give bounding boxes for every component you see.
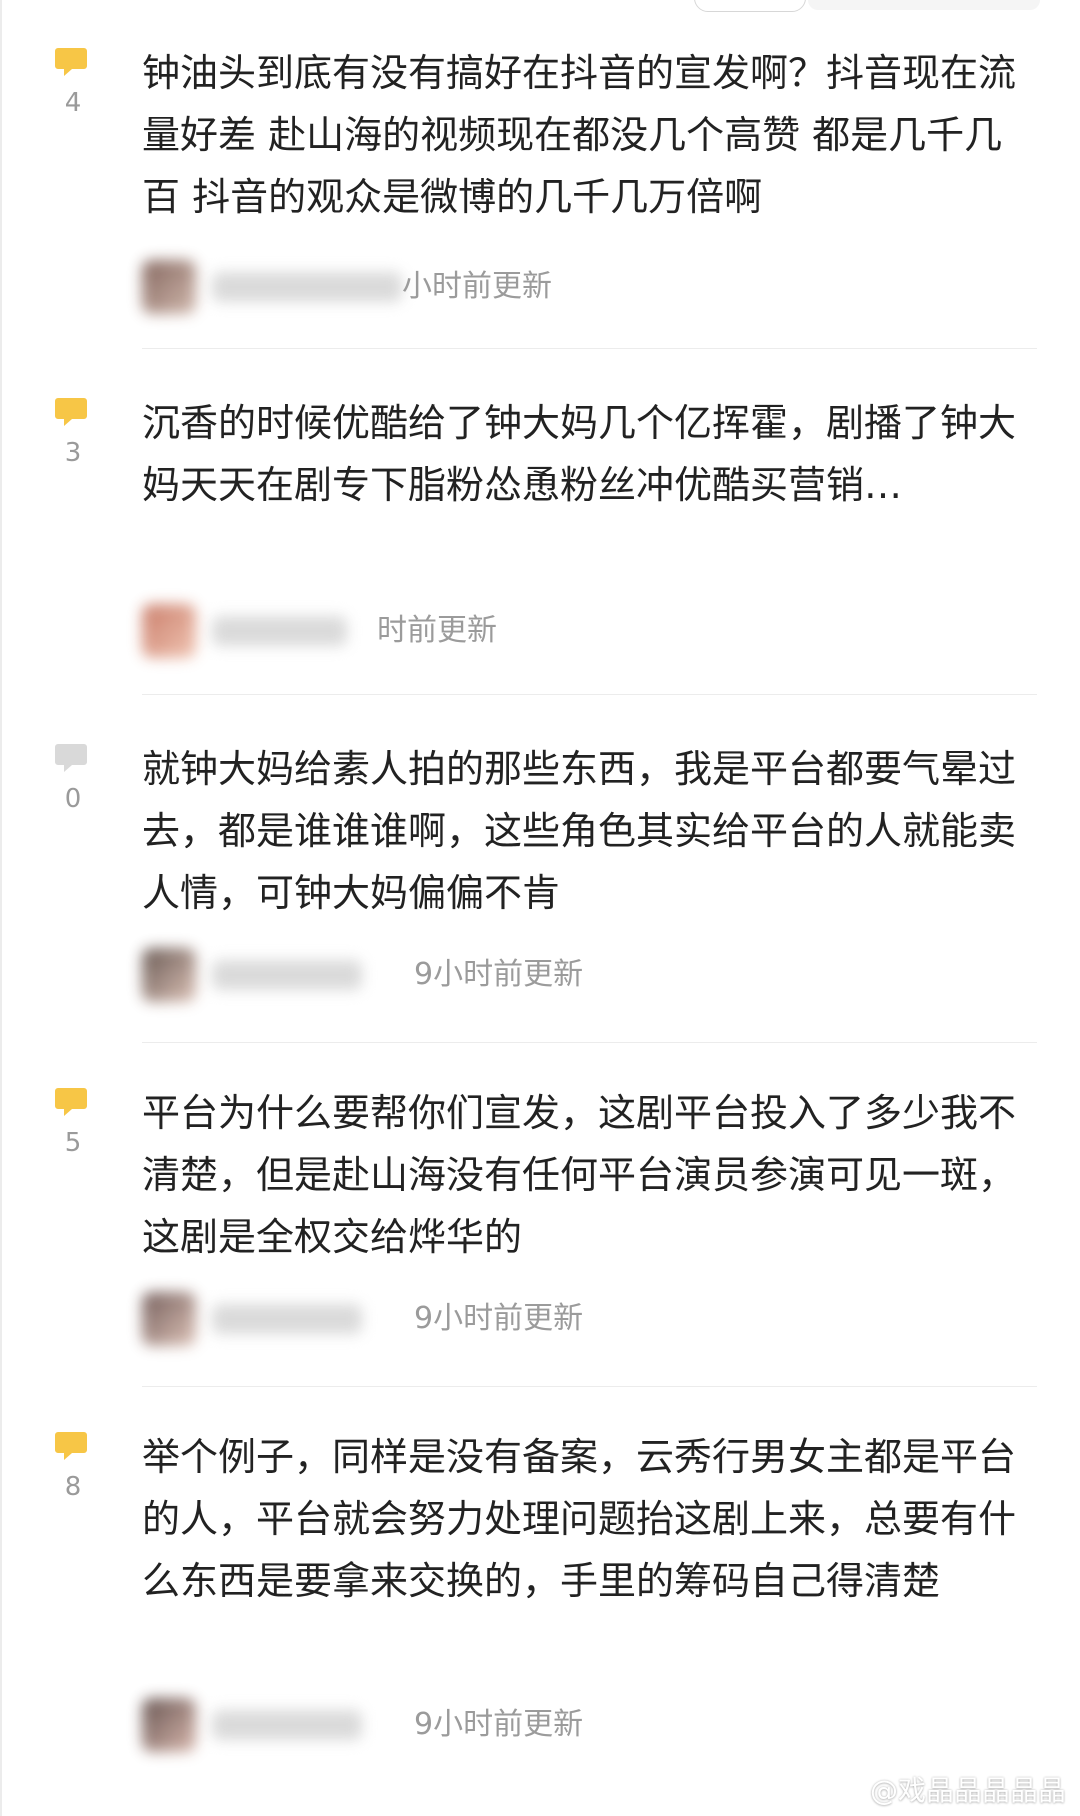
avatar xyxy=(142,260,196,314)
comment-text: 就钟大妈给素人拍的那些东西，我是平台都要气晕过去，都是谁谁谁啊，这些角色其实给平… xyxy=(142,747,1017,915)
comment-item: 3 沉香的时候优酷给了钟大妈几个亿挥霍，剧播了钟大妈天天在剧专下脂粉怂恿粉丝冲优… xyxy=(2,392,1080,678)
update-time: 9小时前更新 xyxy=(414,1301,584,1336)
top-filter-track xyxy=(808,0,1040,10)
comment-text: 平台为什么要帮你们宣发，这剧平台投入了多少我不清楚，但是赴山海没有任何平台演员参… xyxy=(142,1091,1017,1259)
comment-item: 0 就钟大妈给素人拍的那些东西，我是平台都要气晕过去，都是谁谁谁啊，这些角色其实… xyxy=(2,738,1080,1024)
comment-meta: 小时前更新 xyxy=(122,252,822,322)
avatar xyxy=(142,1698,196,1752)
comment-text: 举个例子，同样是没有备案，云秀行男女主都是平台的人，平台就会努力处理问题抬这剧上… xyxy=(142,1435,1017,1603)
comment-item: 4 钟油头到底有没有搞好在抖音的宣发啊？抖音现在流量好差 赴山海的视频现在都没几… xyxy=(2,42,1080,328)
comment-divider xyxy=(142,1042,1037,1043)
vote-count: 8 xyxy=(64,1472,82,1502)
vote-control[interactable]: 5 xyxy=(50,1086,96,1172)
watermark-text: @戏晶晶晶晶晶 xyxy=(870,1774,1067,1807)
vote-count: 0 xyxy=(64,784,82,814)
top-filter-button[interactable] xyxy=(694,0,806,12)
update-time: 时前更新 xyxy=(377,613,497,648)
comment-item: 8 举个例子，同样是没有备案，云秀行男女主都是平台的人，平台就会努力处理问题抬这… xyxy=(2,1426,1080,1786)
comment-feed-page: 4 钟油头到底有没有搞好在抖音的宣发啊？抖音现在流量好差 赴山海的视频现在都没几… xyxy=(0,0,1080,1816)
speech-bubble-icon xyxy=(55,398,87,426)
speech-bubble-icon xyxy=(55,48,87,76)
avatar xyxy=(142,948,196,1002)
vote-control[interactable]: 3 xyxy=(50,396,96,482)
comment-divider xyxy=(142,694,1037,695)
speech-bubble-icon xyxy=(55,1088,87,1116)
avatar xyxy=(142,1292,196,1346)
vote-count: 5 xyxy=(64,1128,82,1158)
comment-text: 钟油头到底有没有搞好在抖音的宣发啊？抖音现在流量好差 赴山海的视频现在都没几个高… xyxy=(142,51,1017,219)
weibo-watermark: @戏晶晶晶晶晶 xyxy=(826,1770,1071,1812)
vote-control[interactable]: 8 xyxy=(50,1430,96,1516)
username-blurred xyxy=(212,272,402,302)
comment-divider xyxy=(142,1386,1037,1387)
weibo-icon xyxy=(826,1777,863,1805)
avatar xyxy=(142,604,196,658)
update-time: 9小时前更新 xyxy=(414,957,584,992)
comment-meta: 9小时前更新 xyxy=(122,1690,822,1760)
update-time: 9小时前更新 xyxy=(414,1707,584,1742)
comment-meta: 9小时前更新 xyxy=(122,1284,822,1354)
comment-meta: 9小时前更新 xyxy=(122,940,822,1010)
speech-bubble-icon xyxy=(55,744,87,772)
vote-count: 4 xyxy=(64,88,82,118)
username-blurred xyxy=(212,960,362,990)
username-blurred xyxy=(212,1304,362,1334)
update-time: 小时前更新 xyxy=(402,269,552,304)
vote-control[interactable]: 4 xyxy=(50,46,96,132)
vote-control[interactable]: 0 xyxy=(50,742,96,828)
speech-bubble-icon xyxy=(55,1432,87,1460)
comment-meta: 时前更新 xyxy=(122,596,822,666)
comment-item: 5 平台为什么要帮你们宣发，这剧平台投入了多少我不清楚，但是赴山海没有任何平台演… xyxy=(2,1082,1080,1368)
comment-divider xyxy=(142,348,1037,349)
comment-text: 沉香的时候优酷给了钟大妈几个亿挥霍，剧播了钟大妈天天在剧专下脂粉怂恿粉丝冲优酷买… xyxy=(142,401,1017,507)
username-blurred xyxy=(212,616,347,646)
username-blurred xyxy=(212,1710,362,1740)
vote-count: 3 xyxy=(64,438,82,468)
